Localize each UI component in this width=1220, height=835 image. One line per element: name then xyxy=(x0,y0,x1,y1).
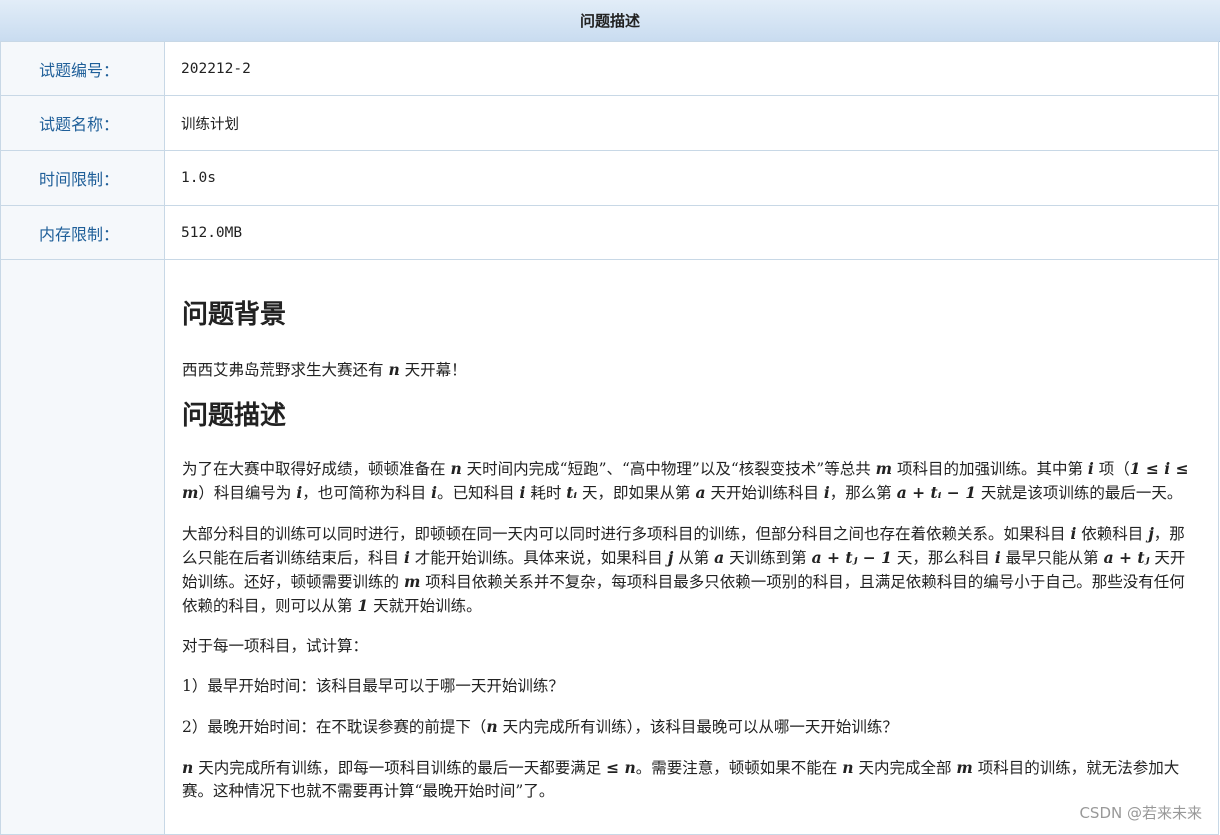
description-paragraph-3: 对于每一项科目，试计算： xyxy=(182,637,369,655)
time-label: 时间限制： xyxy=(0,150,165,206)
problem-page: 问题描述 试题编号： 202212-2 试题名称： 训练计划 时间限制： 1.0… xyxy=(0,0,1220,835)
math-m: m xyxy=(875,459,893,478)
info-row-time: 时间限制： 1.0s xyxy=(0,150,1219,206)
text: 。已知科目 xyxy=(437,484,520,502)
math-m: m xyxy=(403,572,421,591)
memory-label: 内存限制： xyxy=(0,205,165,260)
math-m: m xyxy=(956,758,973,777)
text: 2）最晚开始时间：在不耽误参赛的前提下（ xyxy=(182,718,487,736)
description-paragraph-1: 为了在大赛中取得好成绩，顿顿准备在 n 天时间内完成“短跑”、“高中物理”以及“… xyxy=(182,457,1200,505)
header-title: 问题描述 xyxy=(579,12,640,30)
math-a: a xyxy=(714,548,725,567)
text: 天就是该项训练的最后一天。 xyxy=(975,484,1183,502)
text: 天训练到第 xyxy=(724,549,812,567)
text: 耗时 xyxy=(525,484,567,502)
math-ti: tᵢ xyxy=(566,483,578,502)
math-expr: a + tᵢ − 1 xyxy=(896,483,976,502)
math-one: 1 xyxy=(357,596,369,615)
id-value: 202212-2 xyxy=(164,41,1219,96)
math-expr: a + tⱼ xyxy=(1103,548,1150,567)
text: ，也可简称为科目 xyxy=(302,484,432,502)
description-heading: 问题描述 xyxy=(182,401,287,431)
text: 从第 xyxy=(673,549,715,567)
math-le: ≤ n xyxy=(606,758,636,777)
text: 天开幕！ xyxy=(399,361,467,379)
math-n: n xyxy=(450,459,462,478)
memory-value: 512.0MB xyxy=(164,205,1219,260)
text: 天内完成所有训练），该科目最晚可以从哪一天开始训练？ xyxy=(497,718,898,736)
text: 天内完成所有训练，即每一项科目训练的最后一天都要满足 xyxy=(193,759,607,777)
text: ）科目编号为 xyxy=(198,484,297,502)
text: 天，即如果从第 xyxy=(577,484,696,502)
text: 为了在大赛中取得好成绩，顿顿准备在 xyxy=(182,460,451,478)
text: ，那么第 xyxy=(829,484,897,502)
text: 天，那么科目 xyxy=(891,549,995,567)
text: 。需要注意，顿顿如果不能在 xyxy=(635,759,843,777)
page-header: 问题描述 xyxy=(0,0,1220,42)
text: 大部分科目的训练可以同时进行，即顿顿在同一天内可以同时进行多项科目的训练，但部分… xyxy=(182,525,1071,543)
info-row-memory: 内存限制： 512.0MB xyxy=(0,205,1219,260)
math-n: n xyxy=(388,360,400,379)
text: 天开始训练科目 xyxy=(705,484,824,502)
problem-info-table: 试题编号： 202212-2 试题名称： 训练计划 时间限制： 1.0s 内存限… xyxy=(0,41,1219,835)
info-row-name: 试题名称： 训练计划 xyxy=(0,95,1219,151)
math-n: n xyxy=(486,717,498,736)
description-label-cell xyxy=(0,259,165,835)
name-value: 训练计划 xyxy=(164,95,1219,151)
background-heading: 问题背景 xyxy=(182,300,287,330)
text: 才能开始训练。具体来说，如果科目 xyxy=(409,549,668,567)
description-paragraph-2: 大部分科目的训练可以同时进行，即顿顿在同一天内可以同时进行多项科目的训练，但部分… xyxy=(182,522,1200,618)
description-paragraph-6: n 天内完成所有训练，即每一项科目训练的最后一天都要满足 ≤ n。需要注意，顿顿… xyxy=(182,756,1200,803)
description-paragraph-4: 1）最早开始时间：该科目最早可以于哪一天开始训练？ xyxy=(182,677,564,695)
math-expr: a + tⱼ − 1 xyxy=(811,548,892,567)
description-cell: 问题背景 西西艾弗岛荒野求生大赛还有 n 天开幕！ 问题描述 为了在大赛中取得好… xyxy=(164,259,1219,835)
text: 依赖科目 xyxy=(1076,525,1149,543)
info-row-id: 试题编号： 202212-2 xyxy=(0,41,1219,96)
text: 最早只能从第 xyxy=(1000,549,1104,567)
text: 天内完成全部 xyxy=(853,759,957,777)
name-label: 试题名称： xyxy=(0,95,165,151)
description-row: 问题背景 西西艾弗岛荒野求生大赛还有 n 天开幕！ 问题描述 为了在大赛中取得好… xyxy=(0,259,1219,835)
problem-content: 问题背景 西西艾弗岛荒野求生大赛还有 n 天开幕！ 问题描述 为了在大赛中取得好… xyxy=(165,260,1218,803)
csdn-watermark: CSDN @若来未来 xyxy=(1079,804,1202,822)
text: 天时间内完成“短跑”、“高中物理”以及“核裂变技术”等总共 xyxy=(461,460,876,478)
math-a: a xyxy=(695,483,706,502)
description-paragraph-5: 2）最晚开始时间：在不耽误参赛的前提下（n 天内完成所有训练），该科目最晚可以从… xyxy=(182,715,1200,739)
text: 项科目的加强训练。其中第 xyxy=(892,460,1088,478)
text: 项（ xyxy=(1093,460,1130,478)
time-value: 1.0s xyxy=(164,150,1219,206)
background-paragraph: 西西艾弗岛荒野求生大赛还有 n 天开幕！ xyxy=(182,358,1200,382)
math-n: n xyxy=(182,758,194,777)
text: 天就开始训练。 xyxy=(368,597,482,615)
id-label: 试题编号： xyxy=(0,41,165,96)
math-n: n xyxy=(842,758,854,777)
text: 西西艾弗岛荒野求生大赛还有 xyxy=(182,361,389,379)
